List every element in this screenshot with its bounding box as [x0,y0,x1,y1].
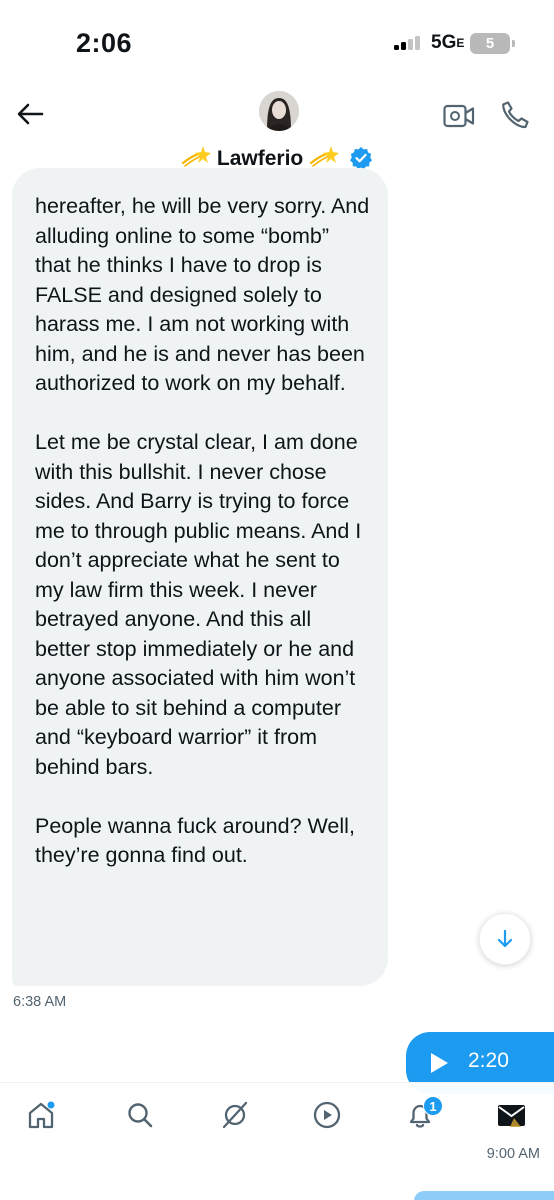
contact-name: Lawferio [216,147,304,170]
message-paragraph: hereafter, he will be very sorry. And al… [35,194,370,395]
nav-grok[interactable] [218,1098,252,1132]
notifications-badge: 1 [423,1096,443,1116]
battery-icon: 5 [470,33,510,54]
grok-icon [222,1101,248,1129]
video-icon [313,1101,341,1129]
network-label: 5G [431,32,457,53]
battery-tip [512,40,515,47]
message-paragraph: People wanna fuck around? Well, they’re … [35,813,355,868]
video-call-button[interactable] [443,102,475,130]
nav-search[interactable] [123,1098,157,1132]
phone-call-icon [502,101,529,129]
avatar-image [259,91,299,131]
message-paragraph: Let me be crystal clear, I am done with … [35,430,362,779]
play-button[interactable] [428,1051,450,1080]
conversation-header: Lawferio [0,80,554,182]
messages-icon [498,1105,525,1127]
received-message-bubble[interactable]: hereafter, he will be very sorry. And al… [12,168,388,986]
avatar[interactable] [259,91,299,131]
status-bar: 2:06 5GE 5 [0,0,554,80]
next-message-peek [414,1191,554,1200]
status-time: 2:06 [76,28,133,58]
home-icon [28,1101,55,1129]
search-icon [128,1103,153,1128]
nav-messages[interactable] [495,1098,529,1132]
nav-video[interactable] [310,1098,344,1132]
back-button[interactable] [12,96,48,132]
scroll-to-bottom-button[interactable] [479,913,531,965]
network-suffix: E [456,36,465,50]
received-message-timestamp: 6:38 AM [13,994,67,1010]
network-type: 5GE [431,32,464,54]
battery-level: 5 [485,35,495,52]
voice-duration: 2:20 [468,1049,509,1072]
play-icon [431,1053,448,1073]
arrow-down-icon [497,929,513,948]
bottom-navigation [0,1082,554,1148]
nav-home[interactable] [24,1098,58,1132]
cellular-signal-icon [394,36,424,50]
phone-call-button[interactable] [500,100,530,130]
video-call-icon [443,104,475,128]
back-arrow-icon [17,103,44,125]
sent-message-timestamp: 9:00 AM [486,1146,540,1162]
